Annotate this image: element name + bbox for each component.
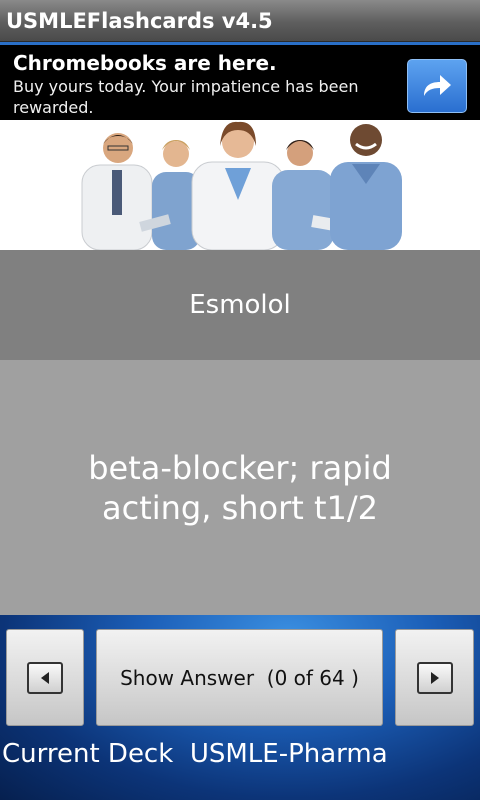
next-card-button[interactable] (395, 629, 474, 726)
app-title: USMLEFlashcards v4.5 (6, 9, 273, 33)
show-answer-label: Show Answer (0 of 64 ) (120, 665, 359, 690)
triangle-right-icon (416, 661, 453, 694)
app-title-bar: USMLEFlashcards v4.5 (0, 0, 480, 42)
current-deck-label: Current Deck (2, 739, 174, 769)
ad-body: Buy yours today. Your impatience has bee… (13, 77, 359, 117)
triangle-left-icon (27, 661, 63, 694)
controls-panel: Show Answer (0 of 64 ) Current Deck USML… (0, 615, 480, 800)
answer-text: beta-blocker; rapid acting, short t1/2 (88, 448, 392, 527)
question-text: Esmolol (189, 290, 291, 320)
share-arrow-icon (424, 75, 451, 96)
previous-card-button[interactable] (6, 629, 84, 726)
show-answer-button[interactable]: Show Answer (0 of 64 ) (96, 629, 383, 726)
card-answer[interactable]: beta-blocker; rapid acting, short t1/2 (0, 360, 480, 615)
medical-staff-banner-image (0, 120, 480, 250)
current-deck-name: USMLE-Pharma (189, 739, 388, 769)
ad-action-button[interactable] (407, 59, 467, 113)
ad-banner[interactable]: Chromebooks are here. Buy yours today. Y… (0, 42, 480, 120)
current-deck-line: Current Deck USMLE-Pharma (2, 739, 388, 769)
card-question[interactable]: Esmolol (0, 250, 480, 360)
